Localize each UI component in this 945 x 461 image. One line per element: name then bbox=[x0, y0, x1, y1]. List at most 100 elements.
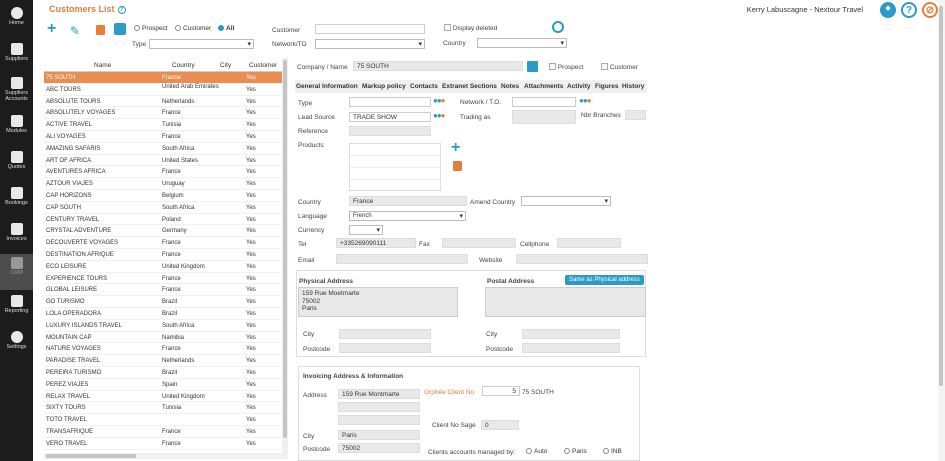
nav-crm[interactable]: CRM bbox=[0, 254, 33, 290]
network-field[interactable] bbox=[512, 97, 576, 107]
same-as-physical-button[interactable]: Same as Physical address bbox=[565, 275, 644, 285]
table-row[interactable]: ABSOLUTE TOURS Netherlands Yes bbox=[44, 96, 282, 108]
display-deleted-checkbox[interactable] bbox=[444, 24, 451, 31]
table-row[interactable]: EXPERIENCE TOURS France Yes bbox=[44, 273, 282, 285]
postal-address-field[interactable] bbox=[485, 287, 646, 317]
tab-markup[interactable]: Markup policy bbox=[362, 83, 406, 90]
tab-extranet[interactable]: Extranet Sections bbox=[442, 83, 497, 90]
company-input[interactable]: 75 SOUTH bbox=[353, 61, 523, 71]
delete-icon[interactable] bbox=[96, 25, 105, 35]
edit-icon[interactable]: ✎ bbox=[70, 24, 80, 38]
nav-suppliers[interactable]: Suppliers bbox=[0, 40, 33, 76]
orphee-field[interactable]: 5 bbox=[482, 386, 520, 396]
nav-bookings[interactable]: Bookings bbox=[0, 184, 33, 220]
search-icon[interactable] bbox=[552, 21, 564, 33]
table-row[interactable]: TRANSAFRIQUE France Yes bbox=[44, 426, 282, 438]
table-row[interactable]: AVENTURES AFRICA France Yes bbox=[44, 166, 282, 179]
table-row[interactable]: DECOUVERTE VOYAGES France Yes bbox=[44, 237, 282, 249]
trading-as-field[interactable] bbox=[512, 110, 576, 124]
tab-attachments[interactable]: Attachments bbox=[524, 83, 563, 90]
table-row[interactable]: GLOBAL LEISURE France Yes bbox=[44, 284, 282, 297]
table-row[interactable]: MOUNTAIN CAP Namibia Yes bbox=[44, 332, 282, 344]
table-row[interactable]: PARADISE TRAVEL Netherlands Yes bbox=[44, 355, 282, 367]
physical-address-field[interactable]: 159 Rue Moetmarte 75002 Paris bbox=[298, 287, 458, 317]
radio-inb[interactable]: INB bbox=[603, 448, 622, 455]
table-row[interactable]: LOLA OPERADORA Brazil Yes bbox=[44, 308, 282, 320]
lead-source-field[interactable]: TRADE SHOW bbox=[349, 112, 431, 122]
grid-scrollbar[interactable] bbox=[282, 58, 288, 453]
table-row[interactable]: 75 SOUTH France Yes bbox=[44, 72, 282, 84]
export-icon[interactable] bbox=[114, 23, 126, 35]
table-row[interactable]: ART OF AFRICA United States Yes bbox=[44, 155, 282, 167]
nav-invoices[interactable]: Invoices bbox=[0, 220, 33, 256]
tab-figures[interactable]: Figures bbox=[595, 83, 618, 90]
prospect-checkbox[interactable] bbox=[549, 63, 556, 70]
user-profile-icon[interactable]: ● bbox=[880, 2, 896, 18]
save-icon[interactable] bbox=[527, 61, 538, 72]
customer-checkbox[interactable] bbox=[601, 63, 608, 70]
table-row[interactable]: CENTURY TRAVEL Poland Yes bbox=[44, 214, 282, 226]
lead-options-icon[interactable]: ●●● bbox=[433, 111, 445, 120]
reference-field[interactable] bbox=[349, 126, 431, 136]
products-list[interactable] bbox=[349, 143, 441, 191]
nav-suppliers-accounts[interactable]: Suppliers Accounts bbox=[0, 74, 33, 110]
col-name[interactable]: Name bbox=[94, 62, 111, 69]
tab-contacts[interactable]: Contacts bbox=[410, 83, 438, 90]
tab-general[interactable]: General Information bbox=[296, 83, 358, 90]
email-field[interactable] bbox=[336, 254, 468, 264]
tab-activity[interactable]: Activity bbox=[567, 83, 590, 90]
table-row[interactable]: CAP HORIZONS Belgium Yes bbox=[44, 190, 282, 202]
table-row[interactable]: GO TURISMO Brazil Yes bbox=[44, 296, 282, 308]
inv-address-line2[interactable] bbox=[338, 402, 420, 412]
country-select[interactable] bbox=[477, 38, 567, 48]
radio-all[interactable]: All bbox=[218, 25, 234, 32]
customer-check[interactable]: Customer bbox=[601, 63, 638, 71]
inv-postcode-field[interactable]: 75002 bbox=[338, 443, 420, 453]
display-deleted[interactable]: Display deleted bbox=[444, 24, 497, 32]
tab-history[interactable]: History bbox=[622, 83, 644, 90]
table-row[interactable]: DESTINATION AFRIQUE France Yes bbox=[44, 249, 282, 261]
currency-select[interactable] bbox=[349, 225, 383, 235]
postcode-field[interactable] bbox=[339, 343, 431, 353]
help-circle-icon[interactable]: ? bbox=[901, 2, 917, 18]
table-row[interactable]: LUXURY ISLANDS TRAVEL South Africa Yes bbox=[44, 320, 282, 332]
postal-city-field[interactable] bbox=[522, 329, 620, 339]
table-row[interactable]: PEREIRA TURISMO Brazil Yes bbox=[44, 367, 282, 379]
grid-hscrollbar[interactable] bbox=[44, 453, 288, 459]
inv-address-field[interactable]: 159 Rue Montmarte bbox=[338, 389, 420, 399]
table-row[interactable]: ABC TOURS United Arab Emirates Yes bbox=[44, 84, 282, 96]
tab-notes[interactable]: Notes bbox=[501, 83, 519, 90]
amend-country-select[interactable] bbox=[521, 196, 611, 206]
add-product-icon[interactable]: + bbox=[451, 140, 460, 156]
cellphone-field[interactable] bbox=[557, 238, 621, 248]
inv-city-field[interactable]: Paris bbox=[338, 430, 420, 440]
nbr-branches-field[interactable] bbox=[625, 110, 646, 120]
col-customer[interactable]: Customer bbox=[249, 62, 277, 69]
client-sage-field[interactable]: 0 bbox=[481, 420, 519, 430]
table-row[interactable]: SIXTY TOURS Tunisia Yes bbox=[44, 402, 282, 415]
table-row[interactable]: NATURE VOYAGES France Yes bbox=[44, 343, 282, 356]
website-field[interactable] bbox=[516, 254, 648, 264]
table-row[interactable]: ABSOLUTELY VOYAGES France Yes bbox=[44, 107, 282, 120]
logout-icon[interactable]: ⊘ bbox=[922, 2, 938, 18]
table-row[interactable]: PEREZ VIAJES Spain Yes bbox=[44, 379, 282, 391]
type-field[interactable] bbox=[349, 97, 431, 107]
help-icon[interactable]: ? bbox=[117, 5, 126, 14]
prospect-check[interactable]: Prospect bbox=[549, 63, 583, 71]
table-row[interactable]: ECO LEISURE United Kingdom Yes bbox=[44, 261, 282, 273]
customer-filter-input[interactable] bbox=[315, 24, 425, 34]
col-country[interactable]: Country bbox=[172, 62, 195, 69]
fax-field[interactable] bbox=[442, 238, 516, 248]
inv-address-line3[interactable] bbox=[338, 415, 420, 425]
table-row[interactable]: AZTOUR VIAJES Uruguay Yes bbox=[44, 178, 282, 190]
country-field[interactable]: France bbox=[349, 196, 467, 206]
network-select[interactable] bbox=[315, 39, 425, 49]
radio-customer[interactable]: Customer bbox=[175, 25, 211, 32]
page-scrollbar[interactable] bbox=[938, 0, 945, 461]
delete-product-icon[interactable] bbox=[453, 161, 462, 171]
radio-prospect[interactable]: Prospect bbox=[134, 25, 168, 32]
network-options-icon[interactable]: ●●● bbox=[579, 96, 591, 105]
nav-home[interactable]: Home bbox=[0, 4, 33, 40]
tel-field[interactable]: +335269090111 bbox=[336, 238, 416, 248]
nav-modules[interactable]: Modules bbox=[0, 112, 33, 148]
